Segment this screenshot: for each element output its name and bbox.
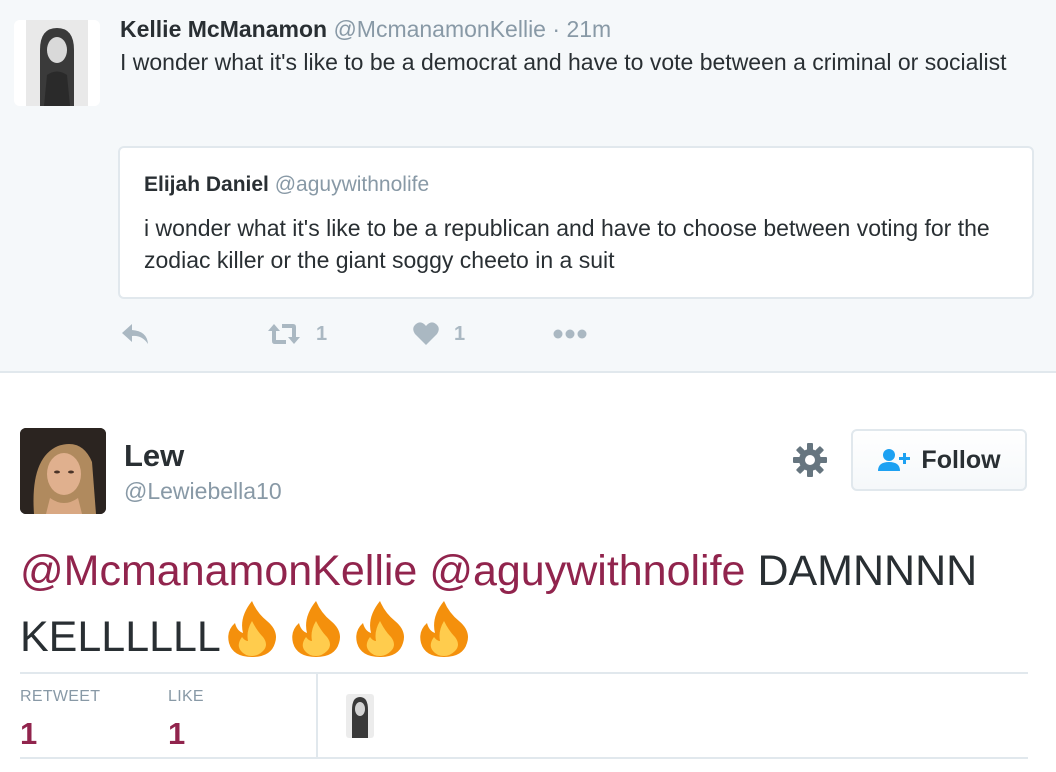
fire-emoji-group bbox=[221, 601, 477, 661]
retweet-icon bbox=[268, 324, 300, 344]
separator: · bbox=[552, 16, 561, 42]
reply-text: @McmanamonKellie @aguywithnolife DAMNNNN… bbox=[20, 543, 1040, 665]
parent-tweet[interactable]: Kellie McManamon @McmanamonKellie · 21m … bbox=[0, 0, 1056, 373]
gear-icon bbox=[793, 443, 827, 477]
retweet-count: 1 bbox=[316, 322, 328, 345]
avatar-image bbox=[20, 428, 106, 514]
reply-text-part: KELLLLLL bbox=[20, 613, 221, 661]
stats-divider bbox=[316, 674, 318, 757]
retweet-stat-label: RETWEET bbox=[20, 688, 101, 705]
like-count: 1 bbox=[454, 322, 466, 345]
add-user-icon bbox=[878, 449, 911, 471]
tweet-text: I wonder what it's like to be a democrat… bbox=[120, 49, 1007, 75]
liker-avatar[interactable] bbox=[346, 694, 374, 738]
reply-icon bbox=[122, 324, 148, 344]
like-stat[interactable]: LIKE 1 bbox=[168, 688, 204, 752]
reply-text-part: DAMNNNN bbox=[757, 547, 978, 595]
tweet-actions: 1 1 bbox=[120, 316, 620, 352]
mention-link[interactable]: @aguywithnolife bbox=[429, 547, 745, 595]
quoted-author-handle: @aguywithnolife bbox=[274, 173, 430, 196]
like-stat-value: 1 bbox=[168, 716, 186, 751]
retweet-stat-value: 1 bbox=[20, 716, 38, 751]
tweet-header: Kellie McManamon @McmanamonKellie · 21m bbox=[120, 16, 611, 43]
avatar-image bbox=[14, 20, 100, 106]
fire-emoji bbox=[420, 601, 468, 657]
like-stat-label: LIKE bbox=[168, 688, 204, 705]
liker-avatar-image bbox=[346, 694, 374, 738]
reply-button[interactable] bbox=[120, 316, 150, 352]
like-button[interactable]: 1 bbox=[412, 316, 465, 352]
avatar[interactable] bbox=[20, 428, 106, 514]
divider bbox=[20, 757, 1028, 759]
more-button[interactable] bbox=[552, 316, 588, 352]
follow-button[interactable]: Follow bbox=[851, 429, 1027, 491]
quoted-author-name: Elijah Daniel bbox=[144, 173, 269, 196]
more-dots-icon bbox=[553, 329, 587, 339]
author-handle[interactable]: @McmanamonKellie bbox=[333, 16, 546, 42]
mention-link[interactable]: @McmanamonKellie bbox=[20, 547, 417, 595]
fire-emoji bbox=[228, 601, 276, 657]
quoted-header: Elijah Daniel @aguywithnolife bbox=[144, 173, 429, 197]
quoted-text: i wonder what it's like to be a republic… bbox=[144, 215, 990, 273]
settings-button[interactable] bbox=[790, 440, 830, 480]
retweet-stat[interactable]: RETWEET 1 bbox=[20, 688, 100, 752]
author-name[interactable]: Lew bbox=[124, 438, 184, 474]
timestamp[interactable]: 21m bbox=[566, 16, 611, 42]
avatar[interactable] bbox=[14, 20, 100, 106]
author-handle[interactable]: @Lewiebella10 bbox=[124, 478, 282, 505]
retweet-button[interactable]: 1 bbox=[266, 316, 327, 352]
fire-emoji bbox=[292, 601, 340, 657]
fire-emoji bbox=[356, 601, 404, 657]
follow-label: Follow bbox=[921, 445, 1001, 474]
author-name[interactable]: Kellie McManamon bbox=[120, 16, 327, 42]
quoted-tweet[interactable]: Elijah Daniel @aguywithnolife i wonder w… bbox=[118, 146, 1034, 299]
divider bbox=[20, 672, 1028, 674]
heart-icon bbox=[413, 322, 439, 345]
